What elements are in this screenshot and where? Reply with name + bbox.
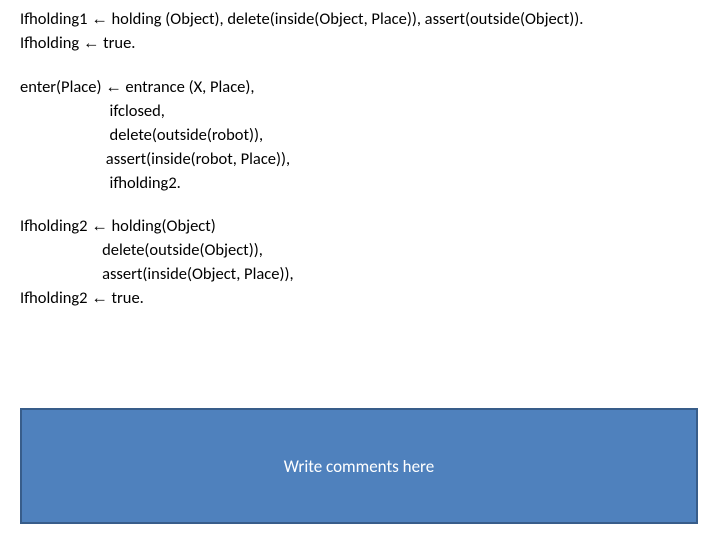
comment-placeholder-text: Write comments here xyxy=(284,456,434,477)
rule-body: delete(outside(Object)), xyxy=(102,240,263,260)
rule-body: true. xyxy=(112,288,144,308)
comment-placeholder-box[interactable]: Write comments here xyxy=(20,408,698,524)
rule-head: Ifholding2 xyxy=(20,216,88,236)
rule-body: assert(inside(robot, Place)), xyxy=(106,149,290,169)
rule-head: Ifholding xyxy=(20,33,79,53)
rule-ifholding1: Ifholding1 ← holding (Object), delete(in… xyxy=(20,8,720,56)
rule-line: Ifholding2 ← true. xyxy=(20,287,720,311)
left-arrow-icon: ← xyxy=(105,78,122,96)
rule-enter: enter(Place) ← entrance (X, Place), ifcl… xyxy=(20,76,720,196)
rule-body: delete(outside(robot)), xyxy=(110,125,264,145)
rule-head: Ifholding2 xyxy=(20,288,88,308)
slide-page: Ifholding1 ← holding (Object), delete(in… xyxy=(0,0,720,540)
rule-line: delete(outside(robot)), xyxy=(20,124,720,148)
rule-body: ifholding2. xyxy=(110,173,181,193)
rule-body: entrance (X, Place), xyxy=(125,77,254,97)
rule-line: delete(outside(Object)), xyxy=(20,239,720,263)
rule-line: Ifholding2 ← holding(Object) xyxy=(20,215,720,239)
rule-line: Ifholding ← true. xyxy=(20,32,720,56)
left-arrow-icon: ← xyxy=(91,10,108,28)
left-arrow-icon: ← xyxy=(83,34,100,52)
rule-line: assert(inside(Object, Place)), xyxy=(20,263,720,287)
rule-body: true. xyxy=(103,33,135,53)
rule-body: holding (Object), delete(inside(Object, … xyxy=(112,9,584,29)
rule-line: assert(inside(robot, Place)), xyxy=(20,148,720,172)
rule-line: Ifholding1 ← holding (Object), delete(in… xyxy=(20,8,720,32)
rule-body: holding(Object) xyxy=(112,216,216,236)
rule-ifholding2: Ifholding2 ← holding(Object) delete(outs… xyxy=(20,215,720,311)
rule-body: ifclosed, xyxy=(110,101,165,121)
spacer xyxy=(20,60,720,76)
left-arrow-icon: ← xyxy=(91,217,108,235)
rule-line: ifclosed, xyxy=(20,100,720,124)
rule-line: enter(Place) ← entrance (X, Place), xyxy=(20,76,720,100)
spacer xyxy=(20,199,720,215)
rule-head: Ifholding1 xyxy=(20,9,88,29)
rule-line: ifholding2. xyxy=(20,172,720,196)
rule-body: assert(inside(Object, Place)), xyxy=(102,264,294,284)
left-arrow-icon: ← xyxy=(91,289,108,307)
rule-head: enter(Place) xyxy=(20,77,101,97)
